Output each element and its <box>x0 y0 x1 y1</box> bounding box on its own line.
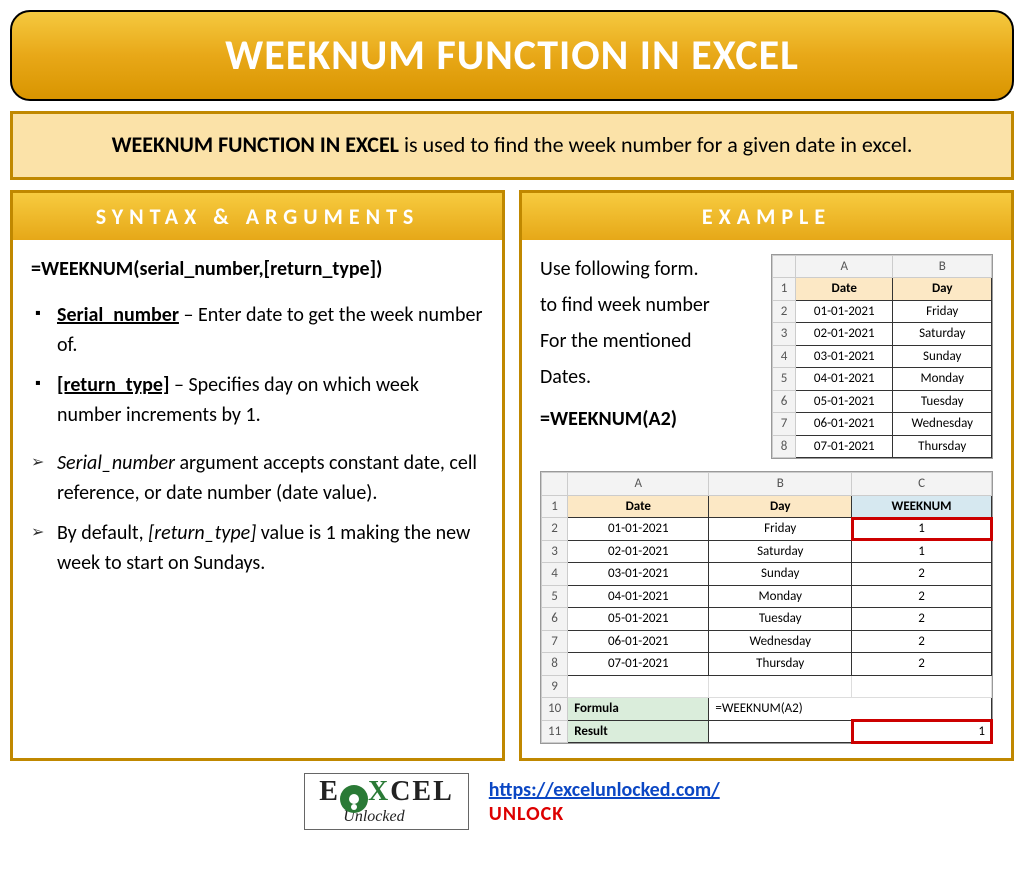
description-text: is used to find the week number for a gi… <box>399 131 912 158</box>
note-item: Serial_number argument accepts constant … <box>31 448 484 508</box>
highlighted-cell: 1 <box>852 518 992 541</box>
description-bold: WEEKNUM FUNCTION IN EXCEL <box>112 131 399 158</box>
argument-item: Serial_number – Enter date to get the we… <box>31 300 484 360</box>
notes-list: Serial_number argument accepts constant … <box>31 448 484 578</box>
logo: EXCEL Unlocked <box>304 773 469 830</box>
note-item: By default, [return_type] value is 1 mak… <box>31 518 484 578</box>
description-box: WEEKNUM FUNCTION IN EXCEL is used to fin… <box>10 111 1014 180</box>
highlighted-result-cell: 1 <box>852 720 992 743</box>
example-text: Use following form. to find week number … <box>540 254 761 460</box>
syntax-formula: =WEEKNUM(serial_number,[return_type]) <box>31 254 484 284</box>
syntax-header: SYNTAX & ARGUMENTS <box>13 193 502 240</box>
footer-unlock: UNLOCK <box>489 802 720 826</box>
title-banner: WEEKNUM FUNCTION IN EXCEL <box>10 10 1014 101</box>
example-table-2: ABC 1DateDayWEEKNUM 201-01-2021Friday1 3… <box>540 471 993 744</box>
argument-list: Serial_number – Enter date to get the we… <box>31 300 484 430</box>
example-formula: =WEEKNUM(A2) <box>540 404 761 434</box>
example-table-1: AB 1DateDay 201-01-2021Friday 302-01-202… <box>771 254 993 460</box>
footer: EXCEL Unlocked https://excelunlocked.com… <box>10 773 1014 830</box>
syntax-panel: SYNTAX & ARGUMENTS =WEEKNUM(serial_numbe… <box>10 190 505 762</box>
argument-item: [return_type] – Specifies day on which w… <box>31 370 484 430</box>
example-header: EXAMPLE <box>522 193 1011 240</box>
example-panel: EXAMPLE Use following form. to find week… <box>519 190 1014 762</box>
footer-url[interactable]: https://excelunlocked.com/ <box>489 778 720 802</box>
